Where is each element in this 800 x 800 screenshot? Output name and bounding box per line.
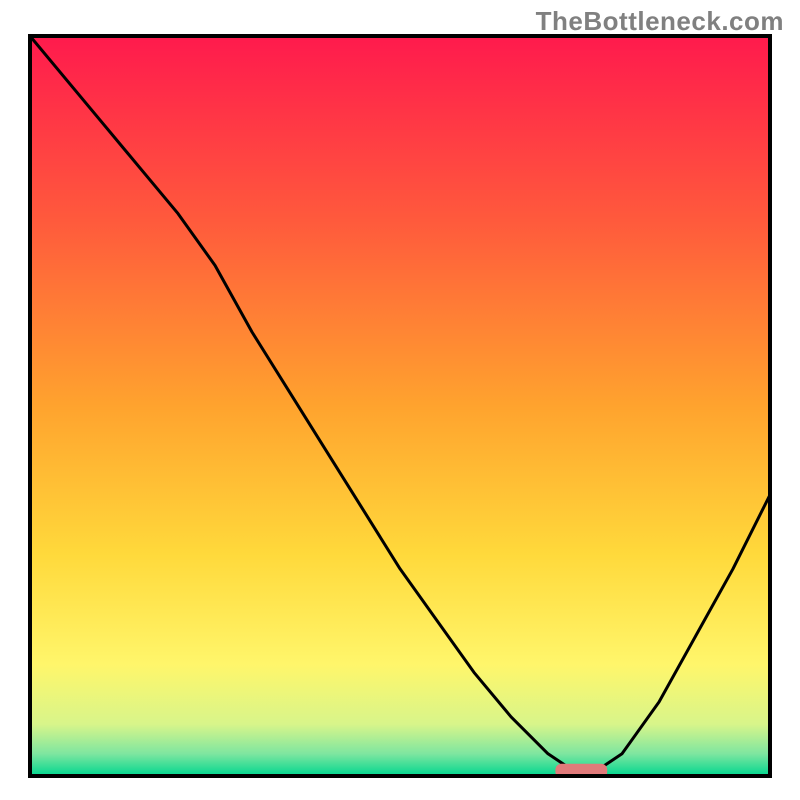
chart-svg bbox=[0, 0, 800, 800]
gradient-background bbox=[30, 36, 770, 776]
watermark-text: TheBottleneck.com bbox=[536, 6, 784, 37]
bottleneck-chart: TheBottleneck.com bbox=[0, 0, 800, 800]
